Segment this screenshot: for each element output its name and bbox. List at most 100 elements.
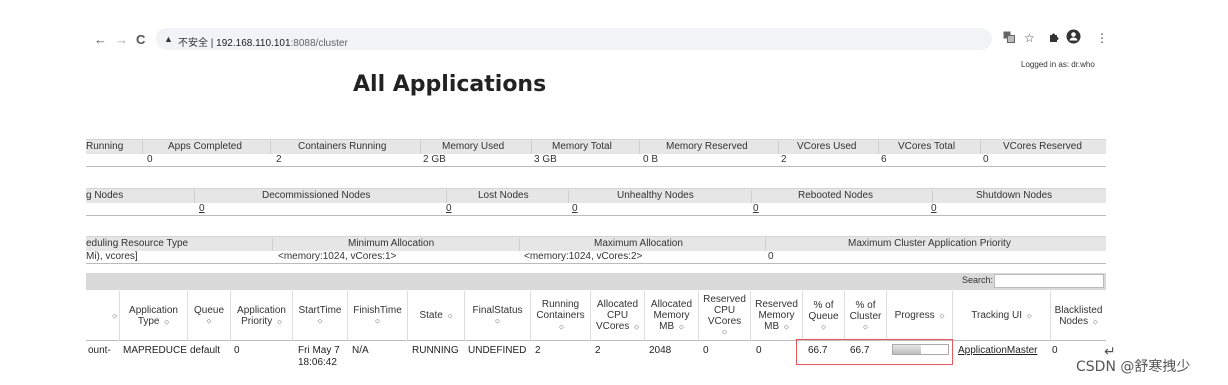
table-row: Mi), vcores] <memory:1024, vCores:1> <me… xyxy=(86,251,1106,264)
value-vcores-total: 0 xyxy=(983,154,989,165)
cell-application-type: MAPREDUCE xyxy=(123,345,187,356)
applications-table: ⬦ Application Type ⬦ Queue ⬦ Application … xyxy=(86,291,1106,371)
header-active-nodes: g Nodes xyxy=(86,190,124,201)
column-final-status[interactable]: FinalStatus ⬦ xyxy=(464,291,530,341)
header-memory-total: Memory Total xyxy=(552,141,612,152)
cell-final-status: UNDEFINED xyxy=(468,345,527,356)
column-allocated-memory-mb[interactable]: Allocated Memory MB ⬦ xyxy=(644,291,698,341)
cell-allocated-vcores: 2 xyxy=(595,345,601,356)
header-vcores-reserved: VCores Reserved xyxy=(1003,141,1082,152)
table-row: 0 2 2 GB 3 GB 0 B 2 6 0 xyxy=(86,154,1106,167)
header-containers-running: Containers Running xyxy=(298,141,387,152)
column-application-priority[interactable]: Application Priority ⬦ xyxy=(230,291,292,341)
link-shutdown-nodes[interactable]: 0 xyxy=(931,203,937,214)
translate-icon[interactable] xyxy=(1003,31,1015,46)
watermark: CSDN @舒寒拽少 xyxy=(1076,359,1191,375)
cell-blacklisted-nodes: 0 xyxy=(1052,345,1058,356)
cell-priority: 0 xyxy=(234,345,240,356)
table-header: ⬦ Application Type ⬦ Queue ⬦ Application … xyxy=(86,291,1106,341)
header-memory-used: Memory Used xyxy=(442,141,505,152)
profile-icon[interactable] xyxy=(1066,29,1081,47)
column-application-type[interactable]: Application Type ⬦ xyxy=(119,291,187,341)
header-apps-completed: Apps Completed xyxy=(168,141,242,152)
url-host: 192.168.110.101 xyxy=(216,38,291,49)
cell-reserved-memory: 0 xyxy=(756,345,762,356)
link-lost-nodes[interactable]: 0 xyxy=(446,203,452,214)
search-input[interactable] xyxy=(994,274,1104,288)
value-max-cluster-app-priority: 0 xyxy=(768,251,774,262)
table-row: ount- MAPREDUCE default 0 Fri May 7 18:06… xyxy=(86,341,1106,371)
page-title: All Applications xyxy=(353,72,547,97)
table-row: 0 0 0 0 0 xyxy=(86,203,1106,216)
column-reserved-cpu-vcores[interactable]: Reserved CPU VCores ⬦ xyxy=(698,291,750,341)
cell-start-time: Fri May 7 18:06:42 xyxy=(298,345,340,368)
puzzle-icon[interactable] xyxy=(1048,31,1060,46)
reload-icon[interactable]: C xyxy=(136,32,145,47)
header-memory-reserved: Memory Reserved xyxy=(666,141,748,152)
table-header: g Nodes Decommissioned Nodes Lost Nodes … xyxy=(86,188,1106,203)
column-tracking-ui[interactable]: Tracking UI ⬦ xyxy=(952,291,1050,341)
header-vcores-total: VCores Total xyxy=(898,141,956,152)
column-start-time[interactable]: StartTime ⬦ xyxy=(292,291,347,341)
link-unhealthy-nodes[interactable]: 0 xyxy=(572,203,578,214)
link-decommissioned-nodes[interactable]: 0 xyxy=(199,203,205,214)
cell-allocated-memory: 2048 xyxy=(649,345,672,356)
value-maximum-allocation: <memory:1024, vCores:2> xyxy=(524,251,643,262)
cell-state: RUNNING xyxy=(412,345,459,356)
search-bar: Search: xyxy=(86,273,1106,290)
column-reserved-memory-mb[interactable]: Reserved Memory MB ⬦ xyxy=(750,291,802,341)
column-name[interactable]: ⬦ xyxy=(86,291,119,341)
table-header: Running Apps Completed Containers Runnin… xyxy=(86,139,1106,154)
header-minimum-allocation: Minimum Allocation xyxy=(348,238,435,249)
table-header: eduling Resource Type Minimum Allocation… xyxy=(86,236,1106,251)
cluster-metrics-table: Running Apps Completed Containers Runnin… xyxy=(86,139,1106,167)
header-vcores-used: VCores Used xyxy=(797,141,857,152)
column-queue[interactable]: Queue ⬦ xyxy=(187,291,230,341)
header-unhealthy-nodes: Unhealthy Nodes xyxy=(617,190,694,201)
header-apps-running: Running xyxy=(86,141,124,152)
menu-icon[interactable]: ⋮ xyxy=(1096,31,1108,45)
header-shutdown-nodes: Shutdown Nodes xyxy=(976,190,1053,201)
back-icon[interactable]: ← xyxy=(94,32,107,47)
forward-icon[interactable]: → xyxy=(115,32,128,47)
header-scheduling-resource-type: eduling Resource Type xyxy=(86,238,189,249)
url-text[interactable]: 不安全 | 192.168.110.101:8088/cluster xyxy=(178,34,348,49)
value-memory-total: 0 B xyxy=(643,154,659,165)
value-containers-running: 2 GB xyxy=(423,154,446,165)
cell-finish-time: N/A xyxy=(352,345,369,356)
header-maximum-allocation: Maximum Allocation xyxy=(594,238,683,249)
column-state[interactable]: State ⬦ xyxy=(407,291,464,341)
search-label: Search: xyxy=(962,275,994,285)
security-label: 不安全 | xyxy=(178,38,214,49)
tracking-ui-link[interactable]: ApplicationMaster xyxy=(958,345,1037,357)
cell-name: ount- xyxy=(88,345,111,356)
column-pct-cluster[interactable]: % of Cluster ⬦ xyxy=(844,291,886,341)
header-rebooted-nodes: Rebooted Nodes xyxy=(798,190,874,201)
scheduler-metrics-table: eduling Resource Type Minimum Allocation… xyxy=(86,236,1106,264)
node-metrics-table: g Nodes Decommissioned Nodes Lost Nodes … xyxy=(86,188,1106,216)
header-decommissioned-nodes: Decommissioned Nodes xyxy=(262,190,371,201)
column-running-containers[interactable]: Running Containers ⬦ xyxy=(530,291,590,341)
value-memory-reserved: 2 xyxy=(781,154,787,165)
header-max-cluster-app-priority: Maximum Cluster Application Priority xyxy=(848,238,1011,249)
url-path: :8088/cluster xyxy=(290,38,348,49)
star-icon[interactable]: ☆ xyxy=(1024,31,1035,45)
value-memory-used: 3 GB xyxy=(534,154,557,165)
browser-toolbar: ← → C ▲ 不安全 | 192.168.110.101:8088/clust… xyxy=(86,26,1110,54)
value-vcores-used: 6 xyxy=(881,154,887,165)
value-apps-running: 0 xyxy=(147,154,153,165)
cell-queue: default xyxy=(190,345,221,356)
column-allocated-cpu-vcores[interactable]: Allocated CPU VCores ⬦ xyxy=(590,291,644,341)
column-finish-time[interactable]: FinishTime ⬦ xyxy=(347,291,407,341)
not-secure-icon[interactable]: ▲ xyxy=(164,34,173,44)
logged-in-text: Logged in as: dr.who xyxy=(1021,60,1095,69)
cell-running-containers: 2 xyxy=(535,345,541,356)
value-scheduling-resource-type: Mi), vcores] xyxy=(86,251,138,262)
column-blacklisted-nodes[interactable]: Blacklisted Nodes ⬦ xyxy=(1050,291,1106,341)
column-pct-queue[interactable]: % of Queue ⬦ xyxy=(802,291,844,341)
header-lost-nodes: Lost Nodes xyxy=(478,190,529,201)
value-minimum-allocation: <memory:1024, vCores:1> xyxy=(278,251,397,262)
value-apps-completed: 2 xyxy=(276,154,282,165)
column-progress[interactable]: Progress ⬦ xyxy=(886,291,952,341)
link-rebooted-nodes[interactable]: 0 xyxy=(753,203,759,214)
